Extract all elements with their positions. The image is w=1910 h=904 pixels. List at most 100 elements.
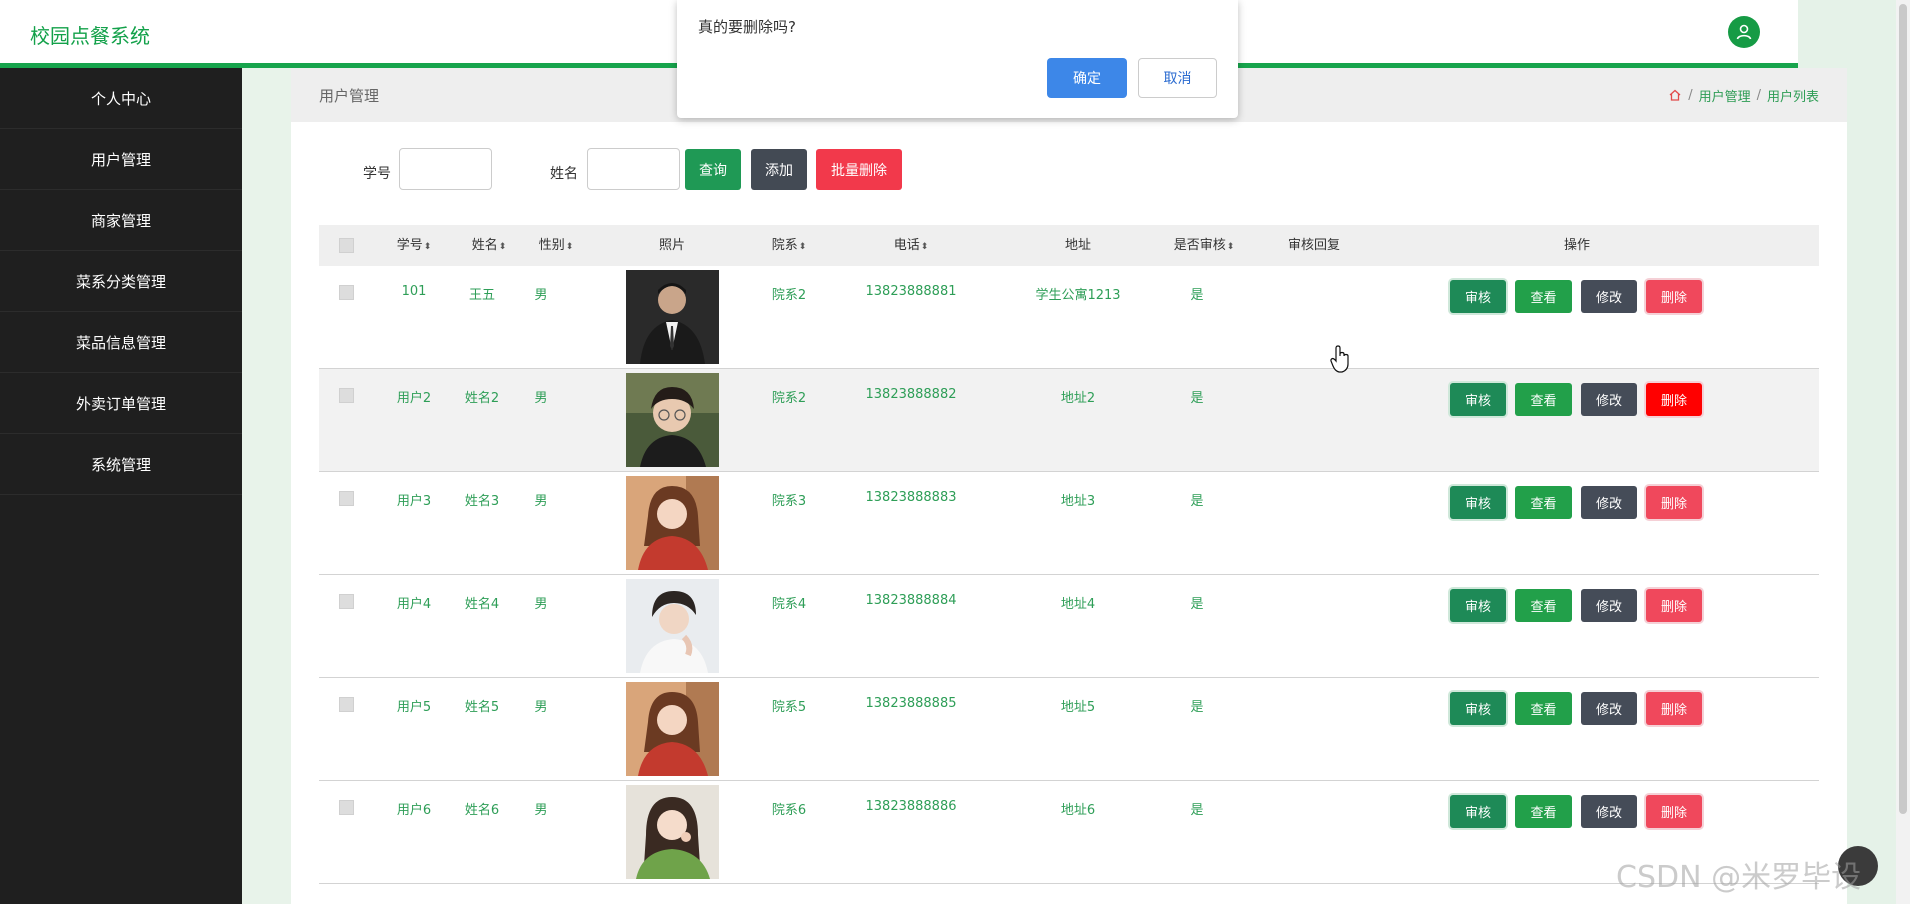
cell-department: 院系3 xyxy=(771,494,807,509)
edit-button[interactable]: 修改 xyxy=(1581,280,1637,313)
view-button[interactable]: 查看 xyxy=(1515,589,1572,622)
user-photo[interactable] xyxy=(626,270,719,364)
table-row: 用户3 姓名3 男 院系3 13823888883 地址3 是 审核 查看 修改… xyxy=(319,472,1819,575)
delete-button[interactable]: 删除 xyxy=(1646,589,1702,622)
breadcrumb-user-list: 用户列表 xyxy=(1766,89,1819,105)
student-id-input[interactable] xyxy=(399,148,492,190)
view-button[interactable]: 查看 xyxy=(1515,795,1572,828)
row-checkbox[interactable] xyxy=(339,697,354,712)
cell-gender: 男 xyxy=(534,803,548,818)
sidebar-item-user-management[interactable]: 用户管理 xyxy=(0,129,242,190)
page-title: 用户管理 xyxy=(319,86,380,105)
view-button[interactable]: 查看 xyxy=(1515,692,1572,725)
cell-phone: 13823888882 xyxy=(865,387,957,402)
cell-department: 院系5 xyxy=(771,700,807,715)
row-checkbox[interactable] xyxy=(339,491,354,506)
main-panel: 用户管理 / 用户管理 / 用户列表 学号 姓名 查询 添加 批量删除 学号⬍ … xyxy=(291,68,1847,904)
sort-icon: ⬍ xyxy=(1226,242,1235,252)
student-id-label: 学号 xyxy=(363,166,391,182)
delete-button[interactable]: 删除 xyxy=(1646,383,1702,416)
view-button[interactable]: 查看 xyxy=(1515,383,1572,416)
cell-approved: 是 xyxy=(1190,391,1204,406)
row-checkbox[interactable] xyxy=(339,388,354,403)
cancel-button[interactable]: 取消 xyxy=(1138,58,1217,98)
audit-button[interactable]: 审核 xyxy=(1450,589,1506,622)
audit-button[interactable]: 审核 xyxy=(1450,486,1506,519)
user-table: 学号⬍ 姓名⬍ 性别⬍ 照片 院系⬍ 电话⬍ 地址 是否审核⬍ 审核回复 操作 … xyxy=(319,225,1819,884)
cell-gender: 男 xyxy=(534,597,548,612)
home-icon[interactable] xyxy=(1668,88,1682,102)
column-header-phone[interactable]: 电话⬍ xyxy=(861,225,961,266)
edit-button[interactable]: 修改 xyxy=(1581,589,1637,622)
delete-button[interactable]: 删除 xyxy=(1646,280,1702,313)
user-photo[interactable] xyxy=(626,682,719,776)
table-row: 用户2 姓名2 男 院系2 13823888882 地址2 是 审核 查看 修改… xyxy=(319,369,1819,472)
column-header-approved[interactable]: 是否审核⬍ xyxy=(1149,225,1259,266)
column-header-department[interactable]: 院系⬍ xyxy=(744,225,834,266)
column-header-address: 地址 xyxy=(1064,238,1091,253)
cell-approved: 是 xyxy=(1190,288,1204,303)
user-photo[interactable] xyxy=(626,476,719,570)
user-photo[interactable] xyxy=(626,785,719,879)
column-header-gender[interactable]: 性别⬍ xyxy=(511,225,601,266)
delete-button[interactable]: 删除 xyxy=(1646,795,1702,828)
breadcrumb-separator: / xyxy=(1756,87,1761,103)
audit-button[interactable]: 审核 xyxy=(1450,692,1506,725)
user-icon xyxy=(1736,24,1752,40)
row-checkbox[interactable] xyxy=(339,285,354,300)
user-photo[interactable] xyxy=(626,373,719,467)
scrollbar-thumb[interactable] xyxy=(1899,4,1907,814)
sidebar-item-takeout-orders[interactable]: 外卖订单管理 xyxy=(0,373,242,434)
delete-button[interactable]: 删除 xyxy=(1646,486,1702,519)
cell-phone: 13823888881 xyxy=(865,284,957,299)
cell-department: 院系4 xyxy=(771,597,807,612)
cell-department: 院系6 xyxy=(771,803,807,818)
view-button[interactable]: 查看 xyxy=(1515,280,1572,313)
row-checkbox[interactable] xyxy=(339,800,354,815)
delete-button[interactable]: 删除 xyxy=(1646,692,1702,725)
cell-gender: 男 xyxy=(534,494,548,509)
sidebar-item-merchant-management[interactable]: 商家管理 xyxy=(0,190,242,251)
cell-department: 院系2 xyxy=(771,391,807,406)
edit-button[interactable]: 修改 xyxy=(1581,692,1637,725)
column-header-actions: 操作 xyxy=(1563,238,1590,253)
sidebar-item-system-management[interactable]: 系统管理 xyxy=(0,434,242,495)
sidebar-item-personal-center[interactable]: 个人中心 xyxy=(0,68,242,129)
edit-button[interactable]: 修改 xyxy=(1581,383,1637,416)
sidebar-item-cuisine-category[interactable]: 菜系分类管理 xyxy=(0,251,242,312)
edit-button[interactable]: 修改 xyxy=(1581,795,1637,828)
table-row: 用户6 姓名6 男 院系6 13823888886 地址6 是 审核 查看 修改… xyxy=(319,781,1819,884)
cell-phone: 13823888884 xyxy=(865,593,957,608)
confirm-button[interactable]: 确定 xyxy=(1047,58,1127,98)
row-checkbox[interactable] xyxy=(339,594,354,609)
hand-cursor-icon xyxy=(1330,345,1349,373)
select-all-checkbox[interactable] xyxy=(339,238,354,253)
cell-approved: 是 xyxy=(1190,494,1204,509)
cell-phone: 13823888885 xyxy=(865,696,957,711)
audit-button[interactable]: 审核 xyxy=(1450,795,1506,828)
view-button[interactable]: 查看 xyxy=(1515,486,1572,519)
add-button[interactable]: 添加 xyxy=(751,149,807,190)
bulk-delete-button[interactable]: 批量删除 xyxy=(816,149,902,190)
audit-button[interactable]: 审核 xyxy=(1450,280,1506,313)
cell-address: 地址2 xyxy=(1060,391,1096,406)
confirm-delete-dialog: 真的要删除吗? 确定 取消 xyxy=(677,0,1238,118)
name-input[interactable] xyxy=(587,148,680,190)
query-button[interactable]: 查询 xyxy=(685,149,741,190)
user-avatar-button[interactable] xyxy=(1728,16,1760,48)
edit-button[interactable]: 修改 xyxy=(1581,486,1637,519)
cell-address: 地址6 xyxy=(1060,803,1096,818)
sidebar-item-dish-info[interactable]: 菜品信息管理 xyxy=(0,312,242,373)
table-row: 用户4 姓名4 男 院系4 13823888884 地址4 是 审核 查看 修改… xyxy=(319,575,1819,678)
table-row: 101 王五 男 院系2 13823888881 学生公寓1213 是 审核 查… xyxy=(319,266,1819,369)
dialog-message: 真的要删除吗? xyxy=(698,18,796,36)
search-bar: 学号 姓名 查询 添加 批量删除 xyxy=(291,148,1847,194)
user-photo[interactable] xyxy=(626,579,719,673)
breadcrumb: / 用户管理 / 用户列表 xyxy=(1668,86,1819,105)
cell-gender: 男 xyxy=(534,288,548,303)
sort-icon: ⬍ xyxy=(498,242,507,252)
breadcrumb-user-management[interactable]: 用户管理 xyxy=(1699,86,1751,105)
column-header-photo: 照片 xyxy=(658,238,685,253)
table-header: 学号⬍ 姓名⬍ 性别⬍ 照片 院系⬍ 电话⬍ 地址 是否审核⬍ 审核回复 操作 xyxy=(319,225,1819,266)
audit-button[interactable]: 审核 xyxy=(1450,383,1506,416)
